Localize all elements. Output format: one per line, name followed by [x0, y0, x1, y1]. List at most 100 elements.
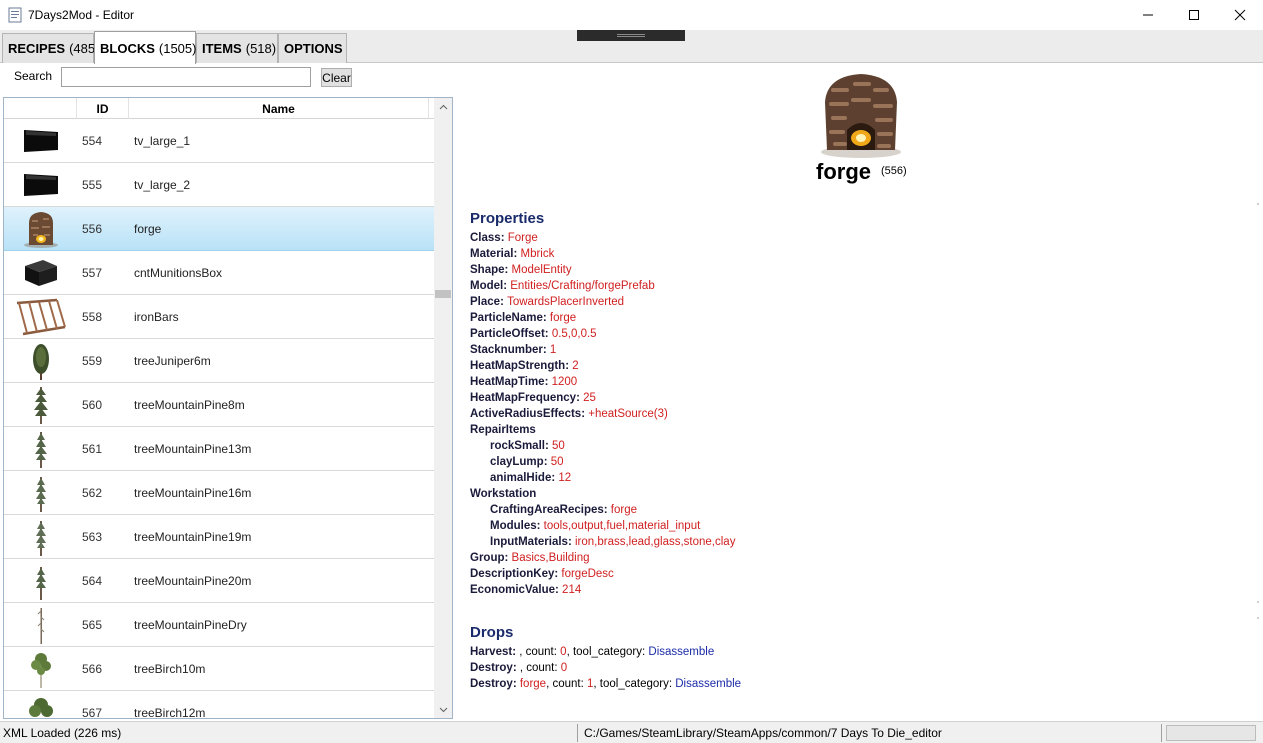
property-key: DescriptionKey: [470, 568, 555, 580]
table-row[interactable]: 557 cntMunitionsBox: [4, 251, 434, 295]
property-value: forgeDesc: [561, 568, 614, 580]
table-row[interactable]: 562 treeMountainPine16m: [4, 471, 434, 515]
workstation-heading: Workstation: [470, 486, 735, 502]
tab-label: BLOCKS: [100, 40, 155, 56]
property-row: Modules: tools,output,fuel,material_inpu…: [490, 520, 701, 532]
property-row: clayLump: 50: [490, 456, 564, 468]
table-row[interactable]: 567 treeBirch12m: [4, 691, 434, 719]
property-row: Shape: ModelEntity: [470, 264, 572, 276]
property-value: 0.5,0,0.5: [551, 328, 597, 340]
drop-count-label: count: [552, 678, 581, 690]
table-row[interactable]: 555 tv_large_2: [4, 163, 434, 207]
search-label: Search: [14, 69, 53, 83]
property-value: 50: [552, 440, 565, 452]
drop-count-label: count: [525, 646, 554, 658]
status-progress-bar: [1166, 725, 1256, 741]
property-row: CraftingAreaRecipes: forge: [490, 504, 638, 516]
scroll-thumb[interactable]: [435, 290, 451, 298]
tab-recipes[interactable]: RECIPES (485): [2, 33, 99, 63]
pine-icon: [10, 561, 72, 601]
status-load-time: XML Loaded (226 ms): [3, 726, 122, 740]
birch-icon: [10, 693, 72, 718]
group-key: RepairItems: [470, 424, 536, 436]
row-name: treeJuniper6m: [134, 354, 211, 368]
property-key: InputMaterials: [490, 536, 568, 548]
tab-items[interactable]: ITEMS (518): [196, 33, 278, 63]
tab-options[interactable]: OPTIONS: [278, 33, 347, 63]
row-id: 563: [82, 530, 103, 544]
drop-row: Destroy: forge, count: 1, tool_category:…: [470, 678, 742, 690]
property-key: CraftingAreaRecipes: [490, 504, 604, 516]
property-key: EconomicValue: [470, 584, 556, 596]
maximize-button[interactable]: [1171, 0, 1217, 30]
clear-button[interactable]: Clear: [321, 68, 352, 87]
property-key: Place: [470, 296, 501, 308]
property-row: ParticleOffset: 0.5,0,0.5: [470, 328, 597, 340]
row-id: 558: [82, 310, 103, 324]
status-path: C:/Games/SteamLibrary/SteamApps/common/7…: [584, 726, 942, 740]
table-row[interactable]: 566 treeBirch10m: [4, 647, 434, 691]
scroll-down-button[interactable]: [434, 701, 452, 718]
row-name: tv_large_1: [134, 134, 191, 148]
table-row[interactable]: 563 treeMountainPine19m: [4, 515, 434, 559]
property-value: 1200: [551, 376, 578, 388]
drop-count: 1: [587, 678, 594, 690]
header-name[interactable]: Name: [129, 98, 429, 119]
tv-icon: [10, 165, 72, 205]
header-image[interactable]: [4, 98, 77, 119]
window-title: 7Days2Mod - Editor: [28, 8, 135, 22]
splitter-grip[interactable]: [577, 30, 685, 41]
property-key: clayLump: [490, 456, 544, 468]
table-row[interactable]: 559 treeJuniper6m: [4, 339, 434, 383]
drop-row: Destroy: , count: 0: [470, 662, 568, 674]
property-key: HeatMapStrength: [470, 360, 566, 372]
row-id: 567: [82, 706, 103, 719]
property-value: 25: [583, 392, 596, 404]
table-row[interactable]: 560 treeMountainPine8m: [4, 383, 434, 427]
close-button[interactable]: [1217, 0, 1263, 30]
tab-blocks[interactable]: BLOCKS (1505): [94, 31, 196, 64]
repair-items-heading: RepairItems: [470, 422, 735, 438]
property-key: ParticleOffset: [470, 328, 545, 340]
properties-heading: Properties: [470, 210, 545, 227]
status-bar: XML Loaded (226 ms) C:/Games/SteamLibrar…: [0, 721, 1263, 743]
table-row[interactable]: 561 treeMountainPine13m: [4, 427, 434, 471]
property-value: tools,output,fuel,material_input: [543, 520, 701, 532]
table-row[interactable]: 558 ironBars: [4, 295, 434, 339]
pine-icon: [10, 429, 72, 469]
list-rows: 554 tv_large_1 555 tv_large_2 556 forge …: [4, 119, 434, 719]
property-key: rockSmall: [490, 440, 545, 452]
header-id[interactable]: ID: [77, 98, 129, 119]
property-row: HeatMapStrength: 2: [470, 360, 579, 372]
row-id: 555: [82, 178, 103, 192]
drops-heading: Drops: [470, 624, 514, 641]
row-id: 561: [82, 442, 103, 456]
minimize-button[interactable]: [1125, 0, 1171, 30]
scroll-up-button[interactable]: [434, 98, 452, 115]
drop-key: Destroy: [470, 678, 513, 690]
drops-list: Harvest: , count: 0, tool_category: Disa…: [470, 644, 741, 692]
property-value: 1: [549, 344, 557, 356]
property-key: HeatMapTime: [470, 376, 545, 388]
table-row[interactable]: 556 forge: [4, 207, 434, 251]
tree-icon: [10, 341, 72, 381]
property-key: ParticleName: [470, 312, 543, 324]
table-row[interactable]: 564 treeMountainPine20m: [4, 559, 434, 603]
table-row[interactable]: 565 treeMountainPineDry: [4, 603, 434, 647]
table-row[interactable]: 554 tv_large_1: [4, 119, 434, 163]
tab-count: (518): [245, 41, 277, 56]
property-value: Entities/Crafting/forgePrefab: [510, 280, 655, 292]
property-row: Place: TowardsPlacerInverted: [470, 296, 625, 308]
row-name: treeMountainPine13m: [134, 442, 252, 456]
property-value: Basics,Building: [511, 552, 590, 564]
pine-icon: [10, 473, 72, 513]
search-input[interactable]: [61, 67, 311, 87]
list-scrollbar[interactable]: [434, 98, 452, 718]
drop-count: 0: [560, 662, 568, 674]
property-row: Class: Forge: [470, 232, 538, 244]
row-id: 564: [82, 574, 103, 588]
property-key: Modules: [490, 520, 537, 532]
property-row: Stacknumber: 1: [470, 344, 557, 356]
property-value: 2: [572, 360, 579, 372]
panel-edge-mark: [1257, 601, 1259, 603]
